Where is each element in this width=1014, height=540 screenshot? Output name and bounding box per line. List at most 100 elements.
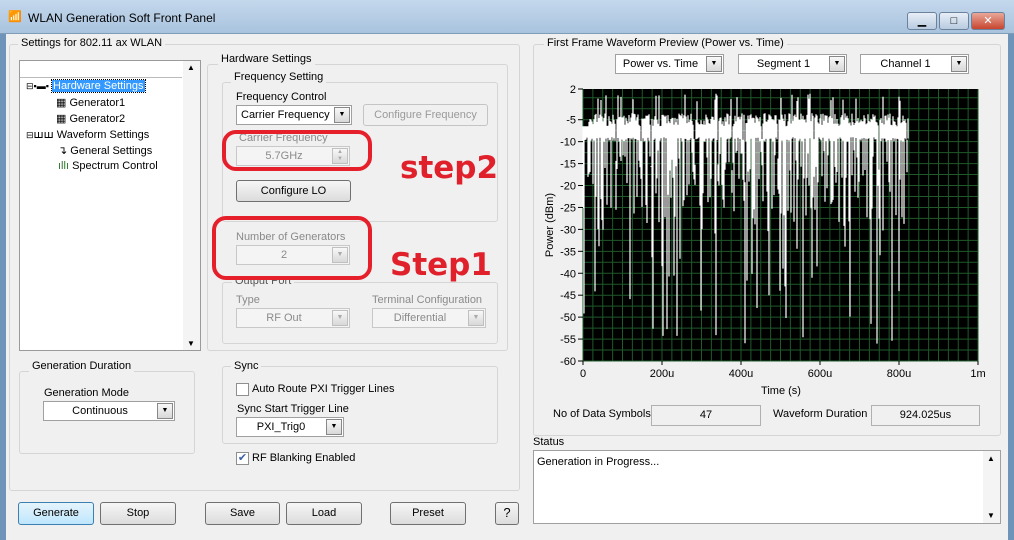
data-symbols-value: 47 <box>651 405 761 426</box>
x-tick-label: 600u <box>808 368 832 380</box>
waveform-duration-label: Waveform Duration <box>773 408 868 420</box>
generate-button[interactable]: Generate <box>18 502 94 525</box>
status-scrollbar[interactable]: ▲ ▼ <box>983 451 1000 523</box>
y-tick-label: -45 <box>560 290 576 302</box>
y-tick-label: -30 <box>560 224 576 236</box>
tree-scrollbar[interactable]: ▲ ▼ <box>183 61 200 350</box>
title-bar: 📶 WLAN Generation Soft Front Panel ▁ □ ✕ <box>0 0 1014 34</box>
select-value: RF Out <box>266 312 302 324</box>
data-symbols-label: No of Data Symbols <box>553 408 651 420</box>
terminal-configuration-select[interactable]: Differential ▼ <box>372 308 486 328</box>
collapse-icon[interactable]: ⊟ <box>26 130 34 140</box>
type-select[interactable]: RF Out ▼ <box>236 308 350 328</box>
y-axis-label: Power (dBm) <box>544 193 556 257</box>
select-value: Carrier Frequency <box>241 109 330 121</box>
generation-mode-label: Generation Mode <box>44 387 129 399</box>
maximize-button[interactable]: □ <box>939 12 969 30</box>
scroll-down-icon[interactable]: ▼ <box>187 339 195 348</box>
minimize-button[interactable]: ▁ <box>907 12 937 30</box>
preset-button[interactable]: Preset <box>390 502 466 525</box>
select-value: Differential <box>393 312 447 324</box>
waveform-duration-value: 924.025us <box>871 405 980 426</box>
chevron-down-icon[interactable]: ▼ <box>706 56 722 72</box>
load-button[interactable]: Load <box>286 502 362 525</box>
tree-label: Hardware Settings <box>51 79 146 93</box>
auto-route-label: Auto Route PXI Trigger Lines <box>252 383 395 395</box>
settings-tree[interactable]: ▲ ▼ ⊟▪▬▪ Hardware Settings ▦ Generator1 … <box>19 60 201 351</box>
chevron-down-icon[interactable]: ▼ <box>334 107 350 123</box>
help-icon: ? <box>503 505 511 520</box>
scroll-down-icon[interactable]: ▼ <box>987 511 995 520</box>
select-value: Segment 1 <box>756 58 811 70</box>
antenna-icon: 📶 <box>8 11 22 23</box>
configure-frequency-button[interactable]: Configure Frequency <box>363 104 488 126</box>
chevron-down-icon[interactable]: ▼ <box>951 56 967 72</box>
y-tick-label: -60 <box>560 356 576 368</box>
y-tick-label: -55 <box>560 334 576 346</box>
sync-start-trigger-label: Sync Start Trigger Line <box>237 403 349 415</box>
generator-icon: ▦ <box>56 113 67 125</box>
chevron-down-icon[interactable]: ▼ <box>468 310 484 326</box>
select-value: PXI_Trig0 <box>256 421 306 433</box>
x-tick-label: 1m <box>970 368 985 380</box>
y-tick-label: -35 <box>560 246 576 258</box>
scroll-up-icon[interactable]: ▲ <box>987 454 995 463</box>
chevron-down-icon[interactable]: ▼ <box>332 310 348 326</box>
rf-blanking-checkbox[interactable]: ✔ <box>236 452 249 465</box>
collapse-icon[interactable]: ⊟ <box>26 81 34 91</box>
x-tick-label: 0 <box>580 368 586 380</box>
waveform-icon: ꟺꟺ <box>33 129 54 141</box>
step2-annotation: step2 <box>400 150 499 186</box>
segment-select[interactable]: Segment 1 ▼ <box>738 54 847 74</box>
chevron-down-icon[interactable]: ▼ <box>829 56 845 72</box>
tree-header <box>20 61 182 78</box>
y-tick-label: -25 <box>560 202 576 214</box>
save-button[interactable]: Save <box>205 502 280 525</box>
tree-item-waveform-settings[interactable]: ⊟ꟺꟺ Waveform Settings <box>26 128 149 141</box>
tree-label: Spectrum Control <box>72 160 158 172</box>
close-button[interactable]: ✕ <box>971 12 1005 30</box>
tree-item-spectrum-control[interactable]: ıllı Spectrum Control <box>58 160 158 172</box>
tree-item-generator1[interactable]: ▦ Generator1 <box>56 96 125 109</box>
status-label: Status <box>533 436 565 448</box>
tree-item-general-settings[interactable]: ↴ General Settings <box>58 144 152 157</box>
trigger-icon: ↴ <box>58 145 68 157</box>
configure-lo-button[interactable]: Configure LO <box>236 180 351 202</box>
sync-label: Sync <box>231 360 262 372</box>
preview-group-label: First Frame Waveform Preview (Power vs. … <box>544 37 787 49</box>
x-tick-label: 200u <box>650 368 674 380</box>
tree-item-hardware-settings[interactable]: ⊟▪▬▪ Hardware Settings <box>26 79 146 93</box>
tree-label: General Settings <box>70 145 153 157</box>
annotation-ellipse-step2 <box>222 130 372 171</box>
tree-item-generator2[interactable]: ▦ Generator2 <box>56 112 125 125</box>
generation-mode-select[interactable]: Continuous ▼ <box>43 401 175 421</box>
status-text: Generation in Progress... <box>537 456 660 468</box>
frequency-control-label: Frequency Control <box>236 91 327 103</box>
tree-label: Generator2 <box>69 113 126 125</box>
generator-icon: ▦ <box>56 97 67 109</box>
spectrum-icon: ıllı <box>58 160 69 172</box>
x-axis-label: Time (s) <box>761 385 801 397</box>
window-title: WLAN Generation Soft Front Panel <box>28 11 216 25</box>
annotation-ellipse-step1 <box>212 216 372 280</box>
auto-route-checkbox[interactable] <box>236 383 249 396</box>
scroll-up-icon[interactable]: ▲ <box>187 63 195 72</box>
status-box[interactable]: Generation in Progress... ▲ ▼ <box>533 450 1001 524</box>
y-tick-label: -50 <box>560 312 576 324</box>
tree-label: Generator1 <box>69 97 126 109</box>
chevron-down-icon[interactable]: ▼ <box>326 419 342 435</box>
channel-select[interactable]: Channel 1 ▼ <box>860 54 969 74</box>
y-tick-label: -20 <box>560 181 576 193</box>
frequency-control-select[interactable]: Carrier Frequency ▼ <box>236 105 352 125</box>
type-label: Type <box>236 294 260 306</box>
sync-start-trigger-select[interactable]: PXI_Trig0 ▼ <box>236 417 344 437</box>
step1-annotation: Step1 <box>390 247 492 283</box>
help-button[interactable]: ? <box>495 502 519 525</box>
select-value: Continuous <box>72 405 128 417</box>
view-select[interactable]: Power vs. Time ▼ <box>615 54 724 74</box>
x-tick-label: 400u <box>729 368 753 380</box>
y-tick-label: -40 <box>560 268 576 280</box>
stop-button[interactable]: Stop <box>100 502 176 525</box>
chevron-down-icon[interactable]: ▼ <box>157 403 173 419</box>
y-tick-label: 2 <box>570 84 576 96</box>
